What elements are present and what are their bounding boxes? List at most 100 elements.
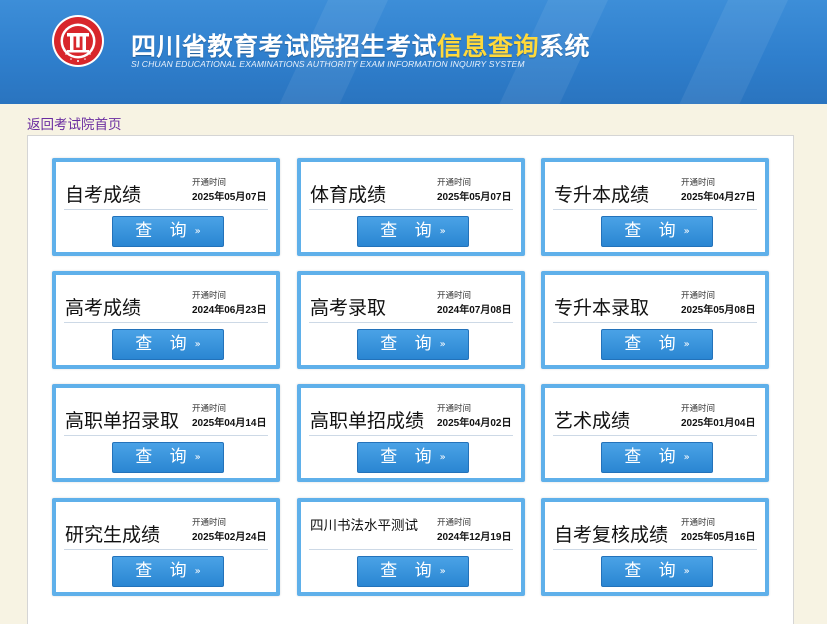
query-card: 专升本成绩 开通时间 2025年04月27日查 询» xyxy=(541,158,769,256)
query-card: 高职单招录取 开通时间 2025年04月14日查 询» xyxy=(52,384,280,482)
open-date: 2025年05月16日 xyxy=(681,532,756,543)
open-time-label: 开通时间 xyxy=(681,404,716,414)
card-divider xyxy=(553,549,757,550)
title-highlight: 信息查询 xyxy=(437,32,540,61)
query-card: 四川书法水平测试 开通时间 2024年12月19日查 询» xyxy=(297,498,525,596)
query-button-label: 查 询 xyxy=(624,334,682,354)
query-card: 研究生成绩 开通时间 2025年02月24日查 询» xyxy=(52,498,280,596)
open-time-label: 开通时间 xyxy=(437,178,472,188)
open-time-label: 开通时间 xyxy=(437,404,472,414)
open-date: 2025年04月27日 xyxy=(681,192,756,203)
query-button-label: 查 询 xyxy=(380,561,438,581)
double-arrow-right-icon: » xyxy=(683,566,690,577)
open-time-label: 开通时间 xyxy=(437,518,472,528)
query-button[interactable]: 查 询» xyxy=(112,556,224,587)
double-arrow-right-icon: » xyxy=(683,452,690,463)
card-title: 自考复核成绩 xyxy=(554,524,669,546)
open-date: 2024年07月08日 xyxy=(437,305,512,316)
query-button-label: 查 询 xyxy=(624,221,682,241)
open-time-label: 开通时间 xyxy=(681,518,716,528)
double-arrow-right-icon: » xyxy=(439,452,446,463)
card-title: 体育成绩 xyxy=(310,184,387,206)
double-arrow-right-icon: » xyxy=(683,226,690,237)
card-title: 研究生成绩 xyxy=(65,524,161,546)
open-date: 2025年01月04日 xyxy=(681,418,756,429)
exam-authority-logo-icon xyxy=(51,14,105,68)
card-divider xyxy=(309,209,513,210)
query-card: 高考成绩 开通时间 2024年06月23日查 询» xyxy=(52,271,280,369)
open-time-label: 开通时间 xyxy=(681,291,716,301)
card-title: 自考成绩 xyxy=(65,184,142,206)
query-button[interactable]: 查 询» xyxy=(112,442,224,473)
query-card: 专升本录取 开通时间 2025年05月08日查 询» xyxy=(541,271,769,369)
double-arrow-right-icon: » xyxy=(194,452,201,463)
card-title: 高职单招录取 xyxy=(65,410,180,432)
card-divider xyxy=(64,549,268,550)
card-divider xyxy=(64,322,268,323)
query-button[interactable]: 查 询» xyxy=(601,329,713,360)
query-card: 艺术成绩 开通时间 2025年01月04日查 询» xyxy=(541,384,769,482)
query-card: 自考复核成绩 开通时间 2025年05月16日查 询» xyxy=(541,498,769,596)
open-date: 2025年05月07日 xyxy=(437,192,512,203)
query-button[interactable]: 查 询» xyxy=(357,442,469,473)
query-button-label: 查 询 xyxy=(135,334,193,354)
card-divider xyxy=(553,435,757,436)
double-arrow-right-icon: » xyxy=(439,226,446,237)
open-date: 2025年02月24日 xyxy=(192,532,267,543)
card-divider xyxy=(64,435,268,436)
double-arrow-right-icon: » xyxy=(439,566,446,577)
query-button-label: 查 询 xyxy=(624,447,682,467)
query-button-label: 查 询 xyxy=(624,561,682,581)
open-time-label: 开通时间 xyxy=(192,291,227,301)
double-arrow-right-icon: » xyxy=(439,339,446,350)
open-time-label: 开通时间 xyxy=(192,404,227,414)
card-divider xyxy=(309,322,513,323)
open-date: 2024年06月23日 xyxy=(192,305,267,316)
query-button[interactable]: 查 询» xyxy=(357,556,469,587)
open-date: 2024年12月19日 xyxy=(437,532,512,543)
query-button[interactable]: 查 询» xyxy=(112,329,224,360)
card-title: 四川书法水平测试 xyxy=(310,518,418,534)
open-time-label: 开通时间 xyxy=(437,291,472,301)
query-button[interactable]: 查 询» xyxy=(601,556,713,587)
query-button[interactable]: 查 询» xyxy=(601,442,713,473)
card-divider xyxy=(64,209,268,210)
double-arrow-right-icon: » xyxy=(194,339,201,350)
double-arrow-right-icon: » xyxy=(194,566,201,577)
card-title: 专升本录取 xyxy=(554,297,650,319)
query-card: 体育成绩 开通时间 2025年05月07日查 询» xyxy=(297,158,525,256)
header-banner: 四川省教育考试院招生考试信息查询系统 SI CHUAN EDUCATIONAL … xyxy=(0,0,827,104)
card-title: 专升本成绩 xyxy=(554,184,650,206)
card-divider xyxy=(309,435,513,436)
open-time-label: 开通时间 xyxy=(192,518,227,528)
query-button[interactable]: 查 询» xyxy=(112,216,224,247)
query-button-label: 查 询 xyxy=(380,221,438,241)
card-title: 高考成绩 xyxy=(65,297,142,319)
query-button-label: 查 询 xyxy=(380,334,438,354)
query-button-label: 查 询 xyxy=(380,447,438,467)
query-card: 高职单招成绩 开通时间 2025年04月02日查 询» xyxy=(297,384,525,482)
card-divider xyxy=(553,322,757,323)
open-date: 2025年04月02日 xyxy=(437,418,512,429)
system-title: 四川省教育考试院招生考试信息查询系统 xyxy=(131,32,591,61)
open-time-label: 开通时间 xyxy=(681,178,716,188)
card-title: 高考录取 xyxy=(310,297,387,319)
card-divider xyxy=(309,549,513,550)
open-date: 2025年05月08日 xyxy=(681,305,756,316)
query-button[interactable]: 查 询» xyxy=(357,329,469,360)
open-date: 2025年04月14日 xyxy=(192,418,267,429)
query-button-label: 查 询 xyxy=(135,447,193,467)
query-button[interactable]: 查 询» xyxy=(357,216,469,247)
card-title: 高职单招成绩 xyxy=(310,410,425,432)
query-button[interactable]: 查 询» xyxy=(601,216,713,247)
query-card: 高考录取 开通时间 2024年07月08日查 询» xyxy=(297,271,525,369)
open-time-label: 开通时间 xyxy=(192,178,227,188)
card-title: 艺术成绩 xyxy=(554,410,631,432)
double-arrow-right-icon: » xyxy=(194,226,201,237)
query-button-label: 查 询 xyxy=(135,221,193,241)
double-arrow-right-icon: » xyxy=(683,339,690,350)
back-to-home-link[interactable]: 返回考试院首页 xyxy=(27,113,122,133)
open-date: 2025年05月07日 xyxy=(192,192,267,203)
query-card: 自考成绩 开通时间 2025年05月07日查 询» xyxy=(52,158,280,256)
card-divider xyxy=(553,209,757,210)
